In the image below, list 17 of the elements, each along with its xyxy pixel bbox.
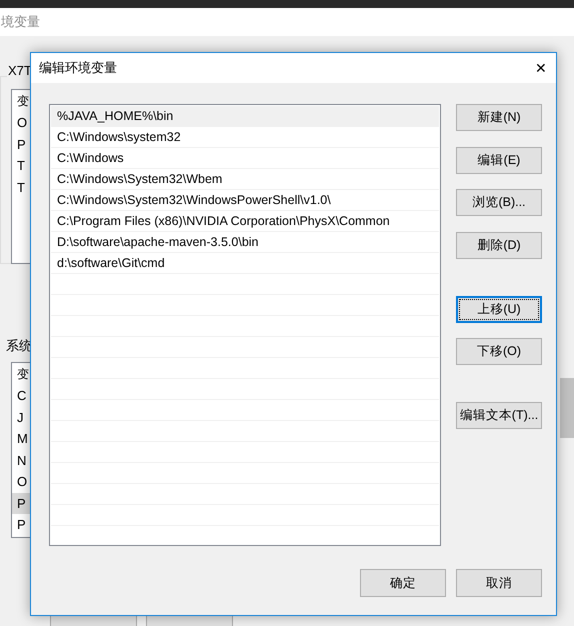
side-button[interactable]: 编辑(E) bbox=[456, 147, 542, 174]
scrollbar[interactable] bbox=[560, 378, 574, 438]
dialog-button[interactable]: 取消 bbox=[456, 569, 542, 597]
column-header: 变 bbox=[16, 93, 30, 110]
dialog-title: 编辑环境变量 bbox=[39, 59, 117, 78]
side-button[interactable]: 浏览(B)... bbox=[456, 189, 542, 216]
side-button[interactable]: 新建(N) bbox=[456, 104, 542, 131]
side-button[interactable]: 删除(D) bbox=[456, 232, 542, 259]
column-header: 变 bbox=[16, 366, 30, 383]
side-button[interactable]: 下移(O) bbox=[456, 338, 542, 365]
close-button[interactable]: ✕ bbox=[526, 53, 556, 83]
window-title: 境变量 bbox=[0, 13, 40, 32]
side-button[interactable]: 编辑文本(T)... bbox=[456, 402, 542, 429]
side-button[interactable]: 上移(U) bbox=[456, 296, 542, 323]
dialog-button[interactable]: 确定 bbox=[360, 569, 446, 597]
path-row[interactable]: %JAVA_HOME%\bin bbox=[51, 106, 439, 127]
path-list[interactable] bbox=[49, 104, 441, 546]
